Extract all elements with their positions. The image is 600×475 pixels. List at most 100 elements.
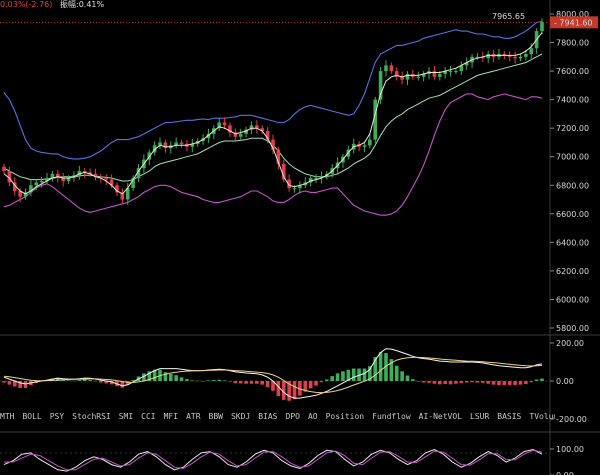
y-tick-label: 6000.00 (556, 295, 589, 304)
macd-histogram-bar (421, 381, 426, 383)
candle-body (389, 65, 394, 72)
macd-histogram-bar (400, 371, 404, 381)
macd-histogram-bar (308, 381, 313, 389)
macd-histogram-bar (491, 381, 496, 385)
indicator-tab-skdj[interactable]: SKDJ (231, 412, 250, 421)
y-tick-label: 0.00 (556, 471, 574, 475)
macd-histogram-bar (502, 381, 507, 385)
macd-histogram-bar (427, 381, 431, 383)
macd-histogram-bar (233, 381, 238, 384)
indicator-tab-basis[interactable]: BASIS (497, 412, 521, 421)
macd-histogram-bar (244, 381, 248, 384)
macd-histogram-bar (432, 381, 437, 384)
candle-body (529, 48, 534, 54)
candle-body (384, 65, 388, 72)
indicator-tab-ai-netvol[interactable]: AI-NetVOL (419, 412, 462, 421)
indicator-tab-lsur[interactable]: LSUR (470, 412, 489, 421)
indicator-tab-psy[interactable]: PSY (50, 412, 64, 421)
y-tick-label: 6600.00 (556, 210, 589, 219)
macd-histogram-bar (378, 352, 383, 381)
macd-histogram-bar (351, 368, 356, 381)
candle-body (238, 133, 243, 137)
y-tick-label: 6400.00 (556, 238, 589, 247)
indicator-tab-stochrsi[interactable]: StochRSI (72, 412, 111, 421)
macd-histogram-bar (77, 380, 82, 381)
macd-histogram-bar (93, 381, 98, 382)
macd-histogram-bar (88, 380, 92, 381)
macd-histogram-bar (475, 381, 480, 383)
indicator-tab-atr[interactable]: ATR (186, 412, 200, 421)
macd-histogram-bar (459, 381, 464, 384)
macd-histogram-bar (524, 381, 528, 385)
candle-body (448, 71, 453, 73)
macd-histogram-bar (66, 380, 71, 381)
indicator-tab-mfi[interactable]: MFI (164, 412, 178, 421)
indicator-tab-smi[interactable]: SMI (119, 412, 133, 421)
macd-histogram-bar (23, 381, 28, 388)
candle-body (513, 56, 517, 59)
y-tick-label: -200.00 (556, 415, 587, 424)
candle-body (518, 56, 523, 59)
macd-histogram-bar (168, 374, 173, 381)
macd-histogram-bar (82, 379, 87, 381)
macd-histogram-bar (405, 375, 410, 381)
macd-histogram-bar (518, 381, 523, 385)
y-tick-label: 6200.00 (556, 267, 589, 276)
macd-histogram-bar (201, 381, 205, 382)
macd-histogram-bar (292, 381, 297, 400)
candle-body (437, 73, 442, 77)
macd-histogram-bar (464, 381, 469, 383)
macd-histogram-bar (314, 381, 318, 386)
macd-histogram-bar (540, 378, 544, 381)
chart-canvas[interactable]: 8000.007800.007600.007400.007200.007000.… (0, 0, 600, 475)
indicator-tab-bias[interactable]: BIAS (258, 412, 277, 421)
macd-histogram-bar (416, 381, 421, 382)
candle-body (34, 182, 39, 186)
macd-histogram-bar (99, 381, 103, 383)
candle-body (416, 76, 421, 78)
y-tick-label: 5800.00 (556, 324, 589, 333)
candle-body (362, 145, 367, 147)
macd-histogram-bar (7, 381, 12, 385)
macd-histogram-bar (72, 380, 76, 382)
indicator-tab-tvolume[interactable]: TVolume (529, 412, 555, 421)
y-tick-label: 7200.00 (556, 124, 589, 133)
macd-histogram-bar (411, 379, 415, 381)
y-tick-label: 0.00 (556, 377, 574, 386)
candle-body (454, 71, 458, 73)
y-tick-label: 7600.00 (556, 67, 589, 76)
candle-body (222, 122, 227, 126)
macd-histogram-bar (330, 376, 334, 381)
indicator-tab-dpo[interactable]: DPO (286, 412, 300, 421)
macd-histogram-bar (454, 381, 458, 384)
macd-histogram-bar (325, 379, 329, 381)
boll-lower-band (3, 93, 543, 216)
indicator-tab-bbw[interactable]: BBW (209, 412, 223, 421)
macd-histogram-bar (362, 368, 367, 381)
candle-body (432, 71, 437, 77)
indicator-tab-ao[interactable]: AO (308, 412, 318, 421)
candle-body (540, 22, 544, 32)
indicator-tab-mth[interactable]: MTH (0, 412, 14, 421)
high-price-marker: 7965.65 (492, 12, 525, 21)
y-tick-label: 6800.00 (556, 181, 589, 190)
macd-histogram-bar (470, 381, 474, 383)
candle-body (163, 142, 168, 149)
macd-histogram-bar (190, 380, 195, 381)
macd-histogram-bar (497, 381, 501, 386)
indicator-tab-fundflow[interactable]: Fundflow (372, 412, 411, 421)
macd-histogram-bar (179, 377, 184, 381)
indicator-tab-cci[interactable]: CCI (141, 412, 155, 421)
macd-histogram-bar (2, 381, 6, 383)
candle-body (368, 139, 372, 146)
y-tick-label: 7800.00 (556, 39, 589, 48)
macd-histogram-bar (174, 375, 178, 381)
indicator-tab-position[interactable]: Position (326, 412, 365, 421)
candle-body (292, 188, 297, 190)
candle-body (524, 53, 528, 57)
macd-histogram-bar (319, 381, 324, 383)
indicator-tab-boll[interactable]: BOLL (22, 412, 41, 421)
y-tick-label: 100.00 (556, 445, 584, 454)
macd-histogram-bar (513, 381, 517, 385)
macd-histogram-bar (222, 380, 227, 381)
